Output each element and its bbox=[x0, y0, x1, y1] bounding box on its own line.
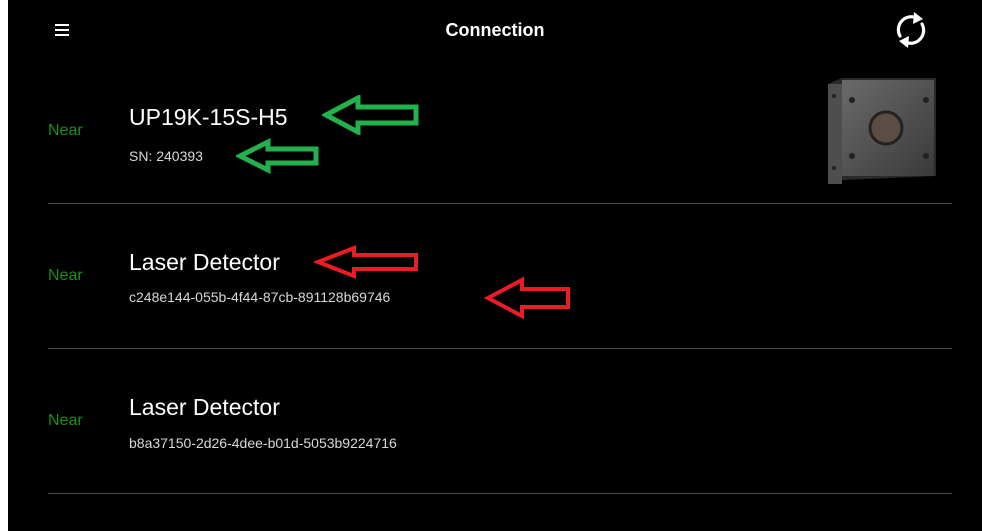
device-uuid: b8a37150-2d26-4dee-b01d-5053b9224716 bbox=[129, 435, 397, 451]
refresh-icon[interactable] bbox=[890, 9, 932, 51]
row-divider bbox=[48, 493, 952, 494]
red-arrow-annotation bbox=[314, 245, 418, 279]
proximity-label: Near bbox=[48, 412, 83, 429]
proximity-label: Near bbox=[48, 267, 83, 284]
device-name: Laser Detector bbox=[129, 249, 280, 275]
app-header: Connection bbox=[8, 0, 982, 64]
device-name: Laser Detector bbox=[129, 394, 280, 420]
left-edge bbox=[0, 0, 8, 531]
page-title: Connection bbox=[445, 20, 545, 40]
device-uuid: c248e144-055b-4f44-87cb-891128b69746 bbox=[129, 289, 391, 305]
device-row-3[interactable]: Near Laser Detector b8a37150-2d26-4dee-b… bbox=[8, 349, 982, 494]
green-arrow-annotation bbox=[322, 95, 419, 135]
red-arrow-annotation bbox=[484, 276, 570, 320]
green-arrow-annotation bbox=[236, 138, 319, 174]
device-serial: SN: 240393 bbox=[129, 148, 203, 164]
device-thumbnail-image bbox=[828, 78, 936, 184]
proximity-label: Near bbox=[48, 122, 83, 139]
connection-screen: Connection Near UP19K-15S-H5 SN: 240393 bbox=[0, 0, 982, 531]
device-name: UP19K-15S-H5 bbox=[129, 104, 288, 130]
